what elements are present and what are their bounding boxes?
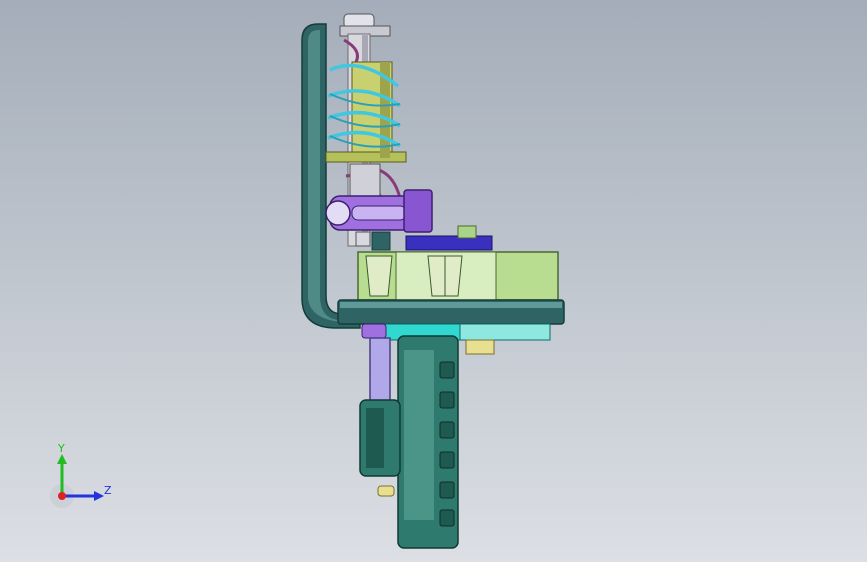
- rod-collar: [349, 163, 381, 197]
- base-plate-top: [340, 302, 562, 308]
- small-screw: [377, 485, 395, 497]
- sleeve-flange: [325, 151, 407, 163]
- pivot-pin: [325, 200, 351, 226]
- y-axis-label: Y: [57, 442, 65, 455]
- x-axis-dot: [58, 492, 66, 500]
- link-post-left: [355, 231, 371, 247]
- purple-bolt-head: [361, 323, 387, 339]
- z-axis-label: Z: [104, 484, 112, 497]
- 3d-viewport[interactable]: Y Z: [0, 0, 867, 562]
- yellow-fitting: [465, 339, 495, 355]
- pocket-left: [365, 255, 393, 297]
- actuator-tab: [457, 225, 477, 239]
- y-axis-arrow: [57, 454, 67, 464]
- cyan-housing-light: [459, 323, 551, 341]
- link-slot: [351, 205, 407, 221]
- actuator-plate: [405, 235, 493, 251]
- side-clamp-face: [366, 408, 384, 468]
- cad-model-assembly[interactable]: [0, 0, 867, 562]
- link-clevis: [403, 189, 433, 233]
- handle-face: [404, 350, 434, 520]
- orientation-triad: Y Z: [50, 442, 112, 508]
- link-post-right: [371, 231, 391, 251]
- z-axis-arrow: [94, 491, 104, 501]
